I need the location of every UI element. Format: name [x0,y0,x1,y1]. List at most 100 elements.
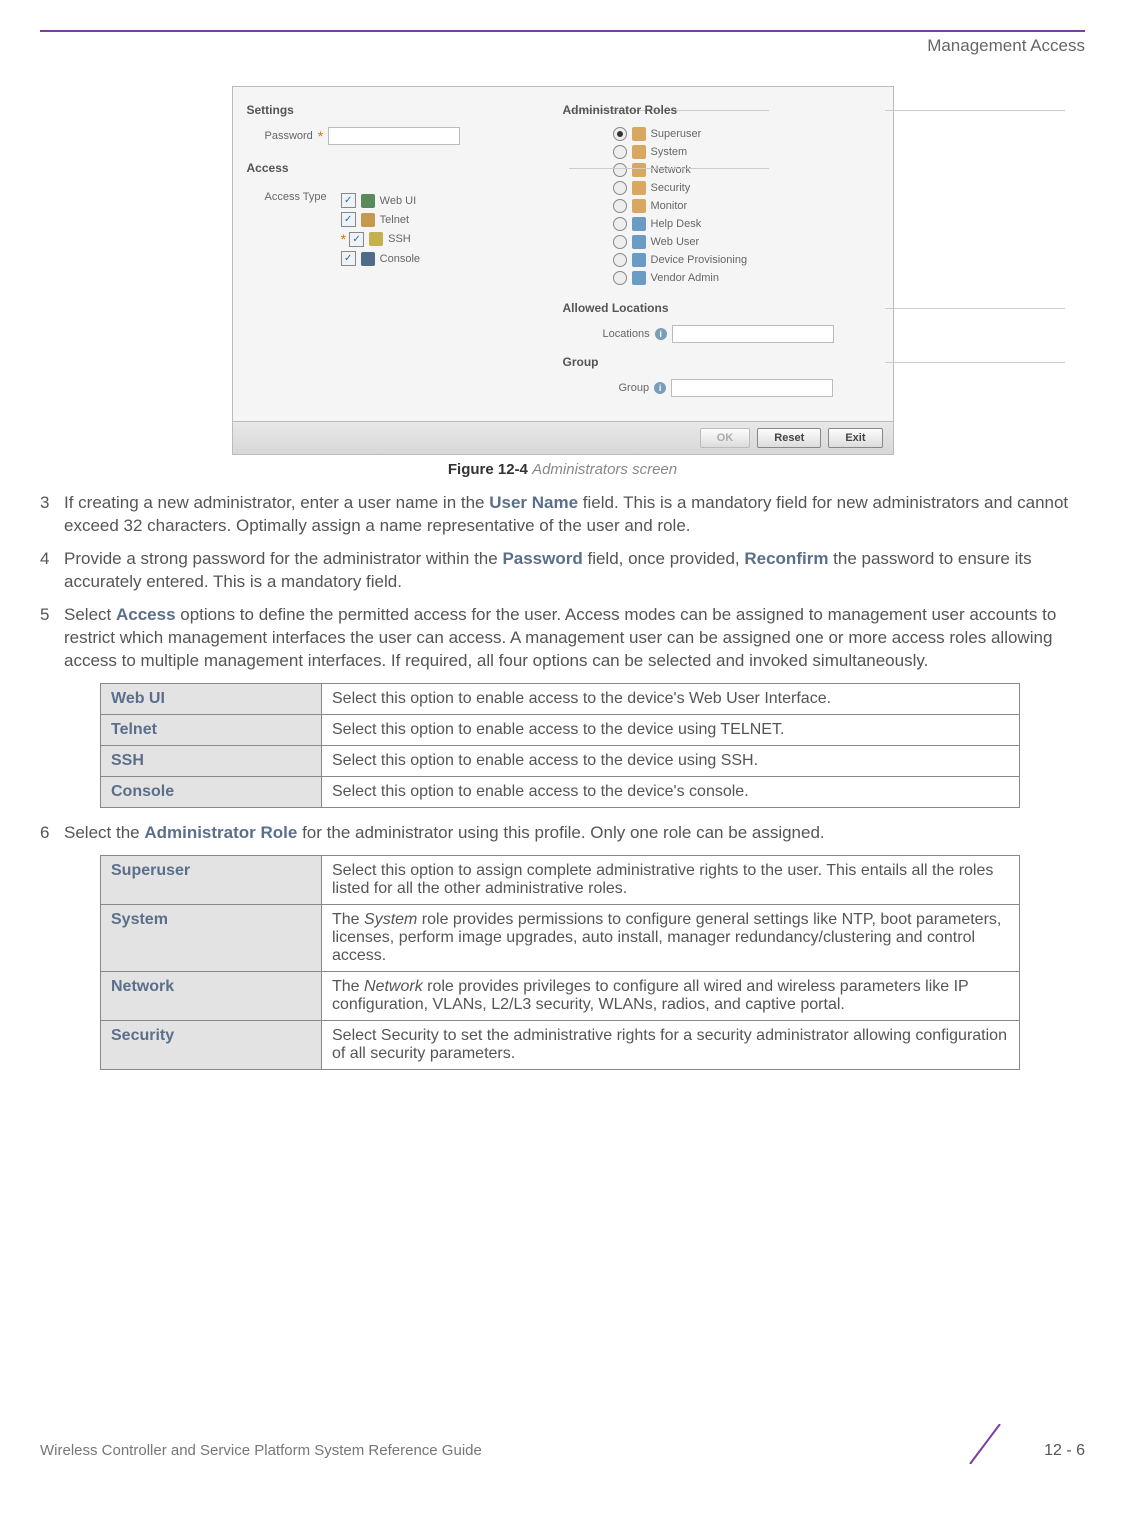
cell-key: System [101,904,322,971]
radio-network[interactable] [613,163,627,177]
locations-label: Locations [603,328,650,340]
locations-input[interactable] [672,325,834,343]
highlight-username: User Name [489,493,578,512]
cell-val: The System role provides permissions to … [322,904,1020,971]
access-type-label: Access Type [265,191,327,270]
access-type-3: Console [380,253,420,265]
role-3: Security [651,182,691,194]
header-rule [40,30,1085,32]
required-star-icon: * [318,128,323,144]
admin-roles-table: SuperuserSelect this option to assign co… [100,855,1020,1070]
settings-fieldset: Settings [247,103,563,117]
radio-system[interactable] [613,145,627,159]
cell-key: Security [101,1020,322,1069]
cell-val: Select this option to enable access to t… [322,745,1020,776]
text: role provides privileges to configure al… [332,978,968,1013]
role-6: Web User [651,236,700,248]
text: Select the [64,823,144,842]
checkbox-webui[interactable]: ✓ [341,193,356,208]
cell-val: Select this option to enable access to t… [322,683,1020,714]
group-fieldset: Group [563,355,879,369]
system-icon [632,145,646,159]
figure-number: Figure 12-4 [448,461,528,478]
checkbox-console[interactable]: ✓ [341,251,356,266]
cell-key: Console [101,776,322,807]
globe-icon [361,194,375,208]
role-7: Device Provisioning [651,254,748,266]
cell-val: Select this option to assign complete ad… [322,855,1020,904]
checkbox-telnet[interactable]: ✓ [341,212,356,227]
cell-key: SSH [101,745,322,776]
reset-button[interactable]: Reset [757,428,821,448]
page-footer: Wireless Controller and Service Platform… [40,1442,1085,1460]
info-icon[interactable]: i [655,328,667,340]
figure-title: Administrators screen [532,461,677,478]
italic-text: Network [364,978,423,995]
group-label: Group [619,382,650,394]
highlight-reconfirm: Reconfirm [744,549,828,568]
cell-key: Superuser [101,855,322,904]
info-icon[interactable]: i [654,382,666,394]
table-row: ConsoleSelect this option to enable acce… [101,776,1020,807]
text: The [332,978,364,995]
checkbox-ssh[interactable]: ✓ [349,232,364,247]
highlight-password: Password [502,549,582,568]
access-type-2: SSH [388,233,411,245]
password-input[interactable] [328,127,460,145]
cell-val: The Network role provides privileges to … [322,971,1020,1020]
required-star-icon: * [341,231,346,247]
radio-security[interactable] [613,181,627,195]
text: If creating a new administrator, enter a… [64,493,489,512]
lock-icon [369,232,383,246]
highlight-access: Access [116,605,176,624]
step-num: 6 [40,822,64,845]
access-type-1: Telnet [380,214,409,226]
section-header: Management Access [40,36,1085,56]
admin-screenshot: Settings Password * Access Access Type ✓… [232,86,894,455]
vendor-admin-icon [632,271,646,285]
role-1: System [651,146,688,158]
text: Select [64,605,116,624]
step-num: 3 [40,492,64,538]
table-row: SSHSelect this option to enable access t… [101,745,1020,776]
cell-key: Network [101,971,322,1020]
step-num: 5 [40,604,64,673]
step-num: 4 [40,548,64,594]
radio-webuser[interactable] [613,235,627,249]
device-provisioning-icon [632,253,646,267]
network-icon [632,163,646,177]
text: The [332,911,364,928]
cell-key: Web UI [101,683,322,714]
superuser-icon [632,127,646,141]
page-number: 12 - 6 [1044,1442,1085,1460]
allowed-locations-fieldset: Allowed Locations [563,301,879,315]
helpdesk-icon [632,217,646,231]
step-4: 4 Provide a strong password for the admi… [40,548,1085,594]
text: Provide a strong password for the admini… [64,549,502,568]
console-icon [361,252,375,266]
security-icon [632,181,646,195]
radio-helpdesk[interactable] [613,217,627,231]
password-label: Password [265,130,313,142]
step-5: 5 Select Access options to define the pe… [40,604,1085,673]
group-input[interactable] [671,379,833,397]
text: options to define the permitted access f… [64,605,1056,670]
table-row: SuperuserSelect this option to assign co… [101,855,1020,904]
text: field, once provided, [583,549,745,568]
radio-monitor[interactable] [613,199,627,213]
highlight-admin-role: Administrator Role [144,823,297,842]
cell-val: Select Security to set the administrativ… [322,1020,1020,1069]
ok-button[interactable]: OK [700,428,751,448]
radio-vendor-admin[interactable] [613,271,627,285]
exit-button[interactable]: Exit [828,428,882,448]
cell-key: Telnet [101,714,322,745]
role-2: Network [651,164,691,176]
terminal-icon [361,213,375,227]
table-row: NetworkThe Network role provides privile… [101,971,1020,1020]
radio-superuser[interactable] [613,127,627,141]
text: for the administrator using this profile… [297,823,824,842]
access-options-table: Web UISelect this option to enable acces… [100,683,1020,808]
radio-device-provisioning[interactable] [613,253,627,267]
footer-slash-icon [965,1424,1015,1464]
step-3: 3 If creating a new administrator, enter… [40,492,1085,538]
